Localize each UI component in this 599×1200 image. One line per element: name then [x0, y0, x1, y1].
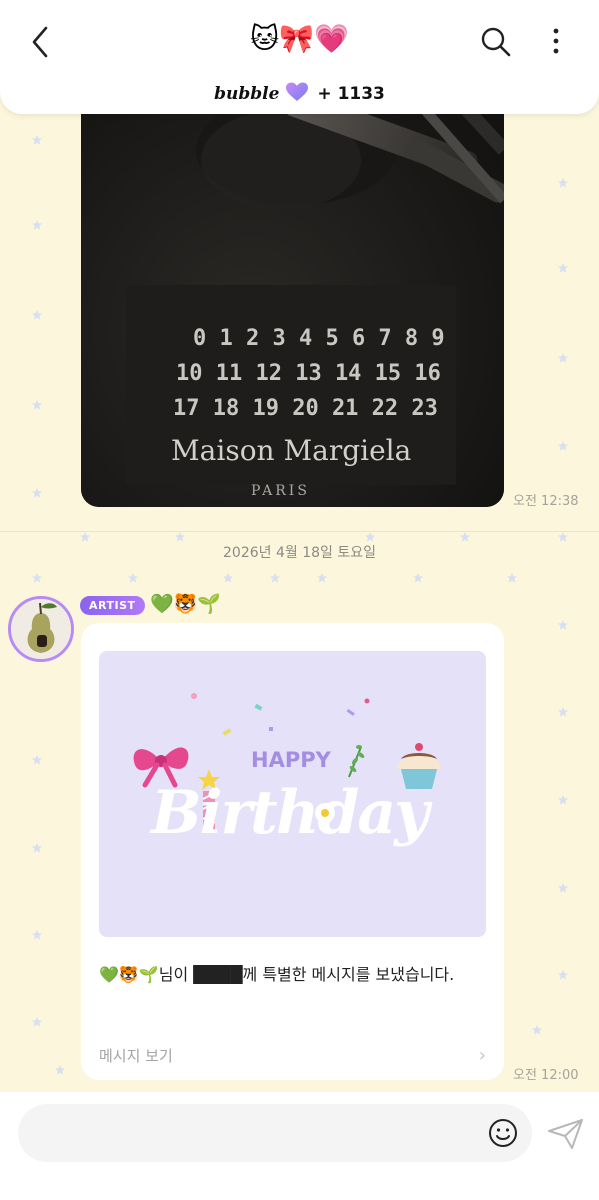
chevron-right-icon: ›	[478, 1045, 486, 1066]
message-input-bar	[0, 1092, 599, 1200]
search-button[interactable]	[478, 24, 514, 60]
photo-timestamp: 오전 12:38	[513, 494, 579, 509]
gradient-heart-icon	[286, 82, 309, 101]
artist-avatar[interactable]	[8, 596, 74, 662]
send-button[interactable]	[546, 1116, 586, 1152]
date-divider-label: 2026년 4월 18일 토요일	[223, 545, 376, 561]
birthday-illustration: HAPPY Birthday	[133, 693, 441, 848]
more-options-button[interactable]	[544, 24, 568, 60]
leaf-icon	[348, 745, 365, 778]
birthday-card-image: HAPPY Birthday	[99, 651, 486, 937]
search-icon	[481, 27, 511, 57]
smiley-icon	[489, 1119, 517, 1147]
pear-avatar-image	[11, 599, 71, 659]
paper-plane-icon	[548, 1119, 583, 1149]
view-message-link[interactable]: 메시지 보기 ›	[99, 1045, 486, 1066]
birthday-message-card[interactable]: HAPPY Birthday 💚🐯🌱님이 ████께 특별한 메시지를 보냈습니…	[81, 623, 504, 1080]
photo-text-row1: 0 1 2 3 4 5 6 7 8 9	[193, 326, 445, 351]
daisy-icon	[315, 803, 335, 823]
vertical-dots-icon	[553, 28, 559, 54]
photo-city-text: PARIS	[251, 483, 310, 499]
member-count: + 1133	[317, 84, 385, 104]
photo-brand-text: Maison Margiela	[171, 434, 411, 467]
emoji-button[interactable]	[488, 1118, 518, 1148]
chat-header: 🐱🎀💗 bubble + 1133	[0, 0, 599, 114]
message-input[interactable]	[18, 1104, 532, 1162]
subscriber-row: bubble + 1133	[0, 82, 599, 104]
artist-badge: ARTIST	[80, 596, 145, 615]
photo-text-row2: 10 11 12 13 14 15 16	[176, 361, 441, 386]
card-timestamp: 오전 12:00	[513, 1068, 579, 1083]
date-divider-line	[0, 531, 599, 532]
birthday-text: Birthday	[149, 778, 433, 848]
artist-name: 💚🐯🌱	[150, 593, 221, 615]
happy-text: HAPPY	[251, 748, 332, 772]
photo-image: 0 1 2 3 4 5 6 7 8 9 10 11 12 13 14 15 16…	[81, 60, 504, 507]
photo-text-row3: 17 18 19 20 21 22 23	[173, 396, 438, 421]
bubble-logo: bubble	[214, 84, 280, 104]
view-message-label: 메시지 보기	[99, 1047, 173, 1065]
card-message-text: 💚🐯🌱님이 ████께 특별한 메시지를 보냈습니다.	[99, 965, 455, 984]
photo-message[interactable]: 0 1 2 3 4 5 6 7 8 9 10 11 12 13 14 15 16…	[81, 60, 504, 507]
